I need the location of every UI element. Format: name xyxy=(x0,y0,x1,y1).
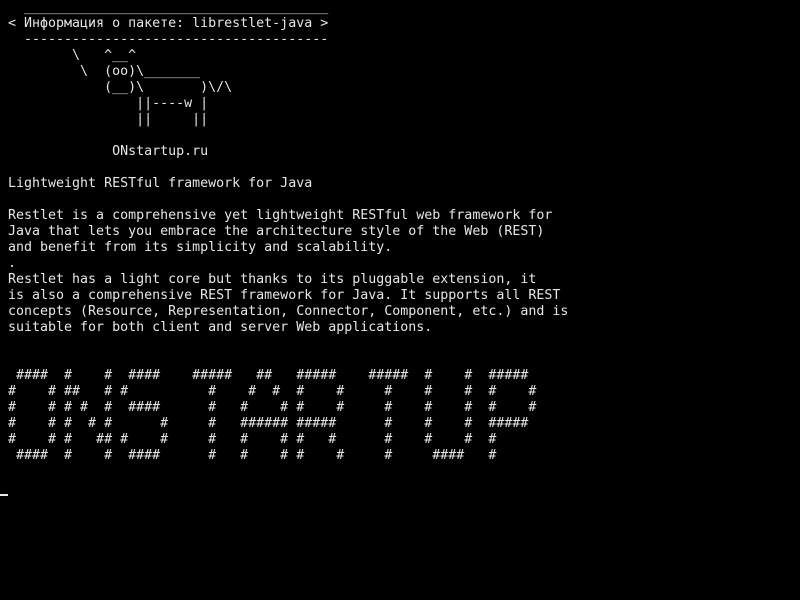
terminal-output: ______________________________________ <… xyxy=(8,0,569,463)
terminal-screen[interactable]: ______________________________________ <… xyxy=(0,0,800,600)
text-cursor xyxy=(0,494,8,496)
